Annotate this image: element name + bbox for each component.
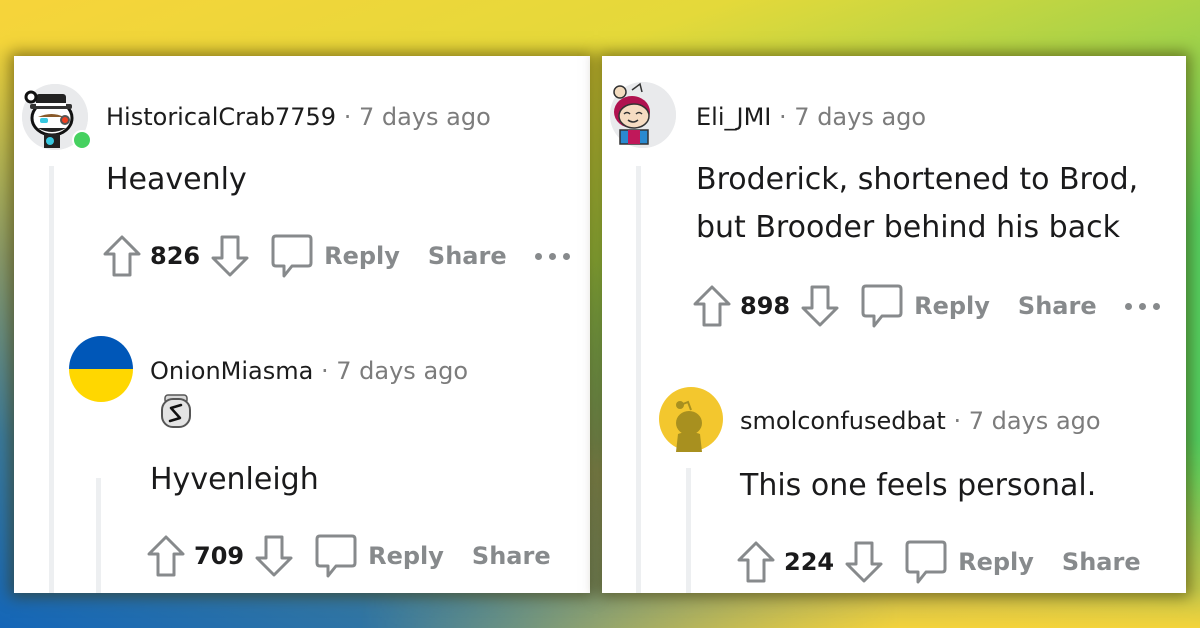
comment-meta: HistoricalCrab7759 · 7 days ago xyxy=(106,102,491,132)
comment-body-line-1: Broderick, shortened to Brod, xyxy=(696,162,1139,197)
avatar-historicalcrab[interactable] xyxy=(22,84,92,150)
reply-body: This one feels personal. xyxy=(740,468,1097,503)
user-flair-s-icon xyxy=(160,394,192,434)
vote-score: 826 xyxy=(150,242,201,270)
reply-body: Hyvenleigh xyxy=(150,462,319,497)
meta-separator: · xyxy=(953,407,962,435)
timestamp[interactable]: 7 days ago xyxy=(969,407,1101,435)
upvote-icon[interactable] xyxy=(102,234,142,278)
ukraine-flag-avatar-icon xyxy=(69,336,133,402)
share-button[interactable]: Share xyxy=(1062,548,1141,576)
downvote-icon[interactable] xyxy=(844,540,884,584)
more-options-icon[interactable] xyxy=(1124,302,1160,310)
meta-separator: · xyxy=(343,103,352,131)
share-button[interactable]: Share xyxy=(1018,292,1097,320)
comment-bubble-icon[interactable] xyxy=(314,533,358,579)
downvote-icon[interactable] xyxy=(210,234,250,278)
comment-meta: Eli_JMI · 7 days ago xyxy=(696,102,926,132)
upvote-icon[interactable] xyxy=(692,284,732,328)
reply-meta: smolconfusedbat · 7 days ago xyxy=(740,406,1101,436)
thread-line-parent[interactable] xyxy=(636,166,641,593)
downvote-icon[interactable] xyxy=(254,534,294,578)
reply-button[interactable]: Reply xyxy=(324,242,400,270)
vote-score: 709 xyxy=(194,542,245,570)
avatar-onionmiasma[interactable] xyxy=(68,336,134,402)
vote-score: 224 xyxy=(784,548,835,576)
comment-actions: 826 Reply Share xyxy=(102,234,570,278)
reply-button[interactable]: Reply xyxy=(958,548,1034,576)
comment-card-right: Eli_JMI · 7 days ago Broderick, shortene… xyxy=(602,56,1186,593)
username[interactable]: HistoricalCrab7759 xyxy=(106,103,336,131)
downvote-icon[interactable] xyxy=(800,284,840,328)
comment-bubble-icon[interactable] xyxy=(904,539,948,585)
reply-button[interactable]: Reply xyxy=(914,292,990,320)
avatar-smolconfusedbat[interactable] xyxy=(658,386,724,452)
more-options-icon[interactable] xyxy=(534,252,570,260)
share-button[interactable]: Share xyxy=(428,242,507,270)
default-snoo-icon xyxy=(659,387,723,452)
share-button[interactable]: Share xyxy=(472,542,551,570)
meta-separator: · xyxy=(320,357,329,385)
avatar-eli-jmi[interactable] xyxy=(610,82,676,148)
comment-body: Heavenly xyxy=(106,162,247,197)
thread-line-reply[interactable] xyxy=(96,478,101,593)
comment-bubble-icon[interactable] xyxy=(860,283,904,329)
timestamp[interactable]: 7 days ago xyxy=(794,103,926,131)
reply-meta: OnionMiasma · 7 days ago xyxy=(150,356,468,386)
reply-actions: 709 Reply Share xyxy=(146,534,551,578)
upvote-icon[interactable] xyxy=(146,534,186,578)
username[interactable]: Eli_JMI xyxy=(696,103,771,131)
thread-line-parent[interactable] xyxy=(49,166,54,593)
reply-actions: 224 Reply Share xyxy=(736,540,1141,584)
upvote-icon[interactable] xyxy=(736,540,776,584)
comment-bubble-icon[interactable] xyxy=(270,233,314,279)
comment-card-left: HistoricalCrab7759 · 7 days ago Heavenly… xyxy=(14,56,590,593)
timestamp[interactable]: 7 days ago xyxy=(359,103,491,131)
online-status-indicator xyxy=(72,130,92,150)
comment-actions: 898 Reply Share xyxy=(692,284,1160,328)
vote-score: 898 xyxy=(740,292,791,320)
thread-line-reply[interactable] xyxy=(686,468,691,593)
username[interactable]: OnionMiasma xyxy=(150,357,313,385)
timestamp[interactable]: 7 days ago xyxy=(336,357,468,385)
meta-separator: · xyxy=(779,103,787,131)
comment-body-line-2: but Brooder behind his back xyxy=(696,210,1120,245)
snoo-red-hair-avatar-icon xyxy=(610,82,676,148)
username[interactable]: smolconfusedbat xyxy=(740,407,946,435)
reply-button[interactable]: Reply xyxy=(368,542,444,570)
